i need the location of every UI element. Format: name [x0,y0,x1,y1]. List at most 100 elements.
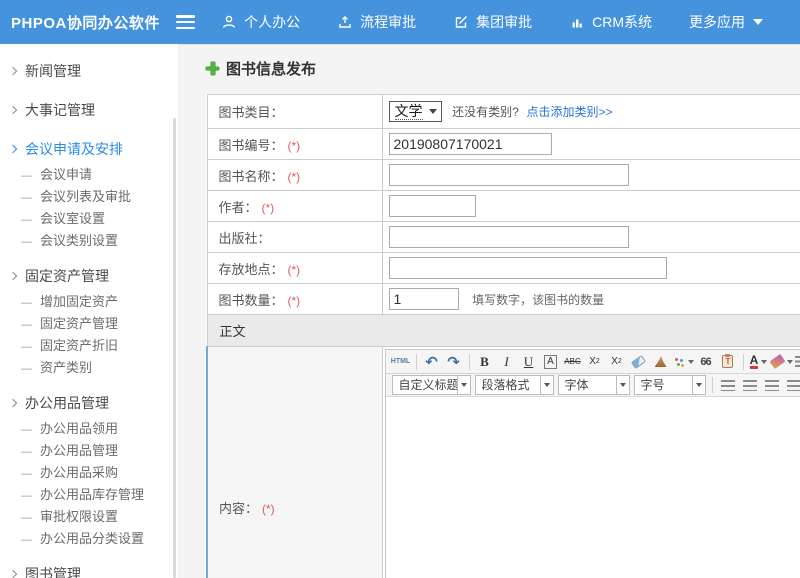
sidebar-item-book-mgmt[interactable]: 图书管理 [0,559,178,578]
editor-content-area[interactable] [386,397,800,578]
field-label: 存放地点： [219,262,284,277]
custom-title-dropdown[interactable]: 自定义标题 [392,375,471,395]
marker-icon [769,354,785,369]
row-book-category: 图书类目： 文学 还没有类别? 点击添加类别>> [207,95,800,129]
undo-button[interactable]: ↶ [422,352,442,372]
bold-button[interactable]: B [475,352,495,372]
sidebar-subitem-meeting-apply[interactable]: 会议申请 [0,164,178,186]
sidebar-subitem-supplies-inventory[interactable]: 办公用品库存管理 [0,484,178,506]
nav-workflow-approval[interactable]: 流程审批 [337,12,416,32]
source-code-button[interactable]: HTML [391,352,411,372]
font-size-dropdown[interactable]: 字号 [634,375,706,395]
sidebar-subitem-approval-permission[interactable]: 审批权限设置 [0,506,178,528]
book-category-select[interactable]: 文学 [389,101,442,122]
publisher-input[interactable] [389,226,629,248]
sidebar-subitem-meeting-room[interactable]: 会议室设置 [0,208,178,230]
paragraph-format-dropdown[interactable]: 段落格式 [475,375,554,395]
sidebar-subitem-supplies-purchase[interactable]: 办公用品采购 [0,462,178,484]
nav-group-approval[interactable]: 集团审批 [453,12,532,32]
book-name-input[interactable] [389,164,629,186]
align-justify-button[interactable] [784,375,800,395]
ordered-list-button[interactable] [795,352,800,372]
row-content: 内容：(*) HTML ↶ ↷ B I U [207,347,800,578]
align-left-button[interactable] [718,375,738,395]
remove-format-button[interactable] [629,352,649,372]
align-center-button[interactable] [740,375,760,395]
color-dots-icon [673,356,685,368]
sidebar-subitem-asset-depreciation[interactable]: 固定资产折旧 [0,335,178,357]
sidebar-subitem-supplies-claim[interactable]: 办公用品领用 [0,418,178,440]
nav-label: CRM系统 [592,12,652,32]
sidebar-subitem-asset-manage[interactable]: 固定资产管理 [0,313,178,335]
row-location: 存放地点：(*) [207,253,800,284]
caret-down-icon [616,376,629,394]
storage-location-input[interactable] [389,257,667,279]
auto-typeset-button[interactable] [673,352,694,372]
subscript-button[interactable]: X2 [607,352,627,372]
align-left-icon [721,380,735,391]
quantity-input[interactable] [389,288,459,310]
sidebar-subitem-meeting-category[interactable]: 会议类别设置 [0,230,178,252]
strikethrough-button[interactable]: ABC [563,352,583,372]
underline-button[interactable]: U [519,352,539,372]
sidebar-subitem-supplies-category[interactable]: 办公用品分类设置 [0,528,178,550]
align-justify-icon [787,380,800,391]
sidebar-item-meeting-mgmt[interactable]: 会议申请及安排 [0,134,178,164]
caret-down-icon [761,360,767,364]
align-right-button[interactable] [762,375,782,395]
add-plus-icon [206,62,219,75]
chevron-right-icon [9,272,17,280]
no-category-text: 还没有类别? [452,105,519,119]
align-center-icon [743,380,757,391]
clipboard-icon [722,355,733,368]
highlight-color-button[interactable] [771,352,793,372]
font-family-dropdown[interactable]: 字体 [558,375,630,395]
caret-down-icon [540,376,553,394]
author-input[interactable] [389,195,476,217]
border-text-button[interactable]: A [541,352,561,372]
hamburger-menu-icon[interactable] [176,15,195,29]
caret-down-icon [692,376,705,394]
sidebar-item-news-mgmt[interactable]: 新闻管理 [0,56,178,86]
field-label: 出版社： [219,231,271,246]
italic-button[interactable]: I [497,352,517,372]
edit-icon [453,14,469,30]
sidebar-item-events-mgmt[interactable]: 大事记管理 [0,95,178,125]
sidebar-item-supplies-mgmt[interactable]: 办公用品管理 [0,388,178,418]
nav-personal-office[interactable]: 个人办公 [221,12,300,32]
book-code-input[interactable] [389,133,552,155]
add-category-link[interactable]: 点击添加类别>> [526,105,612,119]
nav-label: 更多应用 [689,12,745,32]
sidebar-subitem-supplies-manage[interactable]: 办公用品管理 [0,440,178,462]
book-form: 图书类目： 文学 还没有类别? 点击添加类别>> 图书编号：(*) [206,94,800,578]
row-publisher: 出版社： [207,222,800,253]
field-label: 图书数量： [219,293,284,308]
sidebar-item-asset-mgmt[interactable]: 固定资产管理 [0,261,178,291]
nav-label: 集团审批 [476,12,532,32]
font-color-button[interactable]: A [749,352,769,372]
nav-label: 个人办公 [244,12,300,32]
select-arrow-icon [429,109,437,114]
sidebar-subitem-asset-add[interactable]: 增加固定资产 [0,291,178,313]
sidebar-subitem-meeting-list[interactable]: 会议列表及审批 [0,186,178,208]
paste-word-button[interactable] [718,352,738,372]
sidebar-scrollbar[interactable] [173,118,176,578]
blockquote-button[interactable]: 66 [696,352,716,372]
superscript-button[interactable]: X2 [585,352,605,372]
caret-down-icon [753,19,763,25]
row-body-section: 正文 [207,315,800,347]
chevron-right-icon [9,106,17,114]
required-mark: (*) [288,170,301,184]
required-mark: (*) [262,201,275,215]
quantity-hint: 填写数字，该图书的数量 [472,293,604,307]
topbar: PHPOA协同办公软件 个人办公 流程审批 集团审批 CRM系统 更多应用 [0,0,800,44]
main-content: 图书信息发布 图书类目： 文学 还没有类别? 点击添加类别>> 图书 [178,44,800,578]
sidebar-subitem-asset-category[interactable]: 资产类别 [0,357,178,379]
nav-more-apps[interactable]: 更多应用 [689,12,763,32]
format-brush-button[interactable] [651,352,671,372]
upload-icon [337,14,353,30]
row-author: 作者：(*) [207,191,800,222]
nav-crm-system[interactable]: CRM系统 [569,12,652,32]
redo-button[interactable]: ↷ [444,352,464,372]
editor-toolbar-row2: 自定义标题 段落格式 字体 字号 [386,374,800,397]
